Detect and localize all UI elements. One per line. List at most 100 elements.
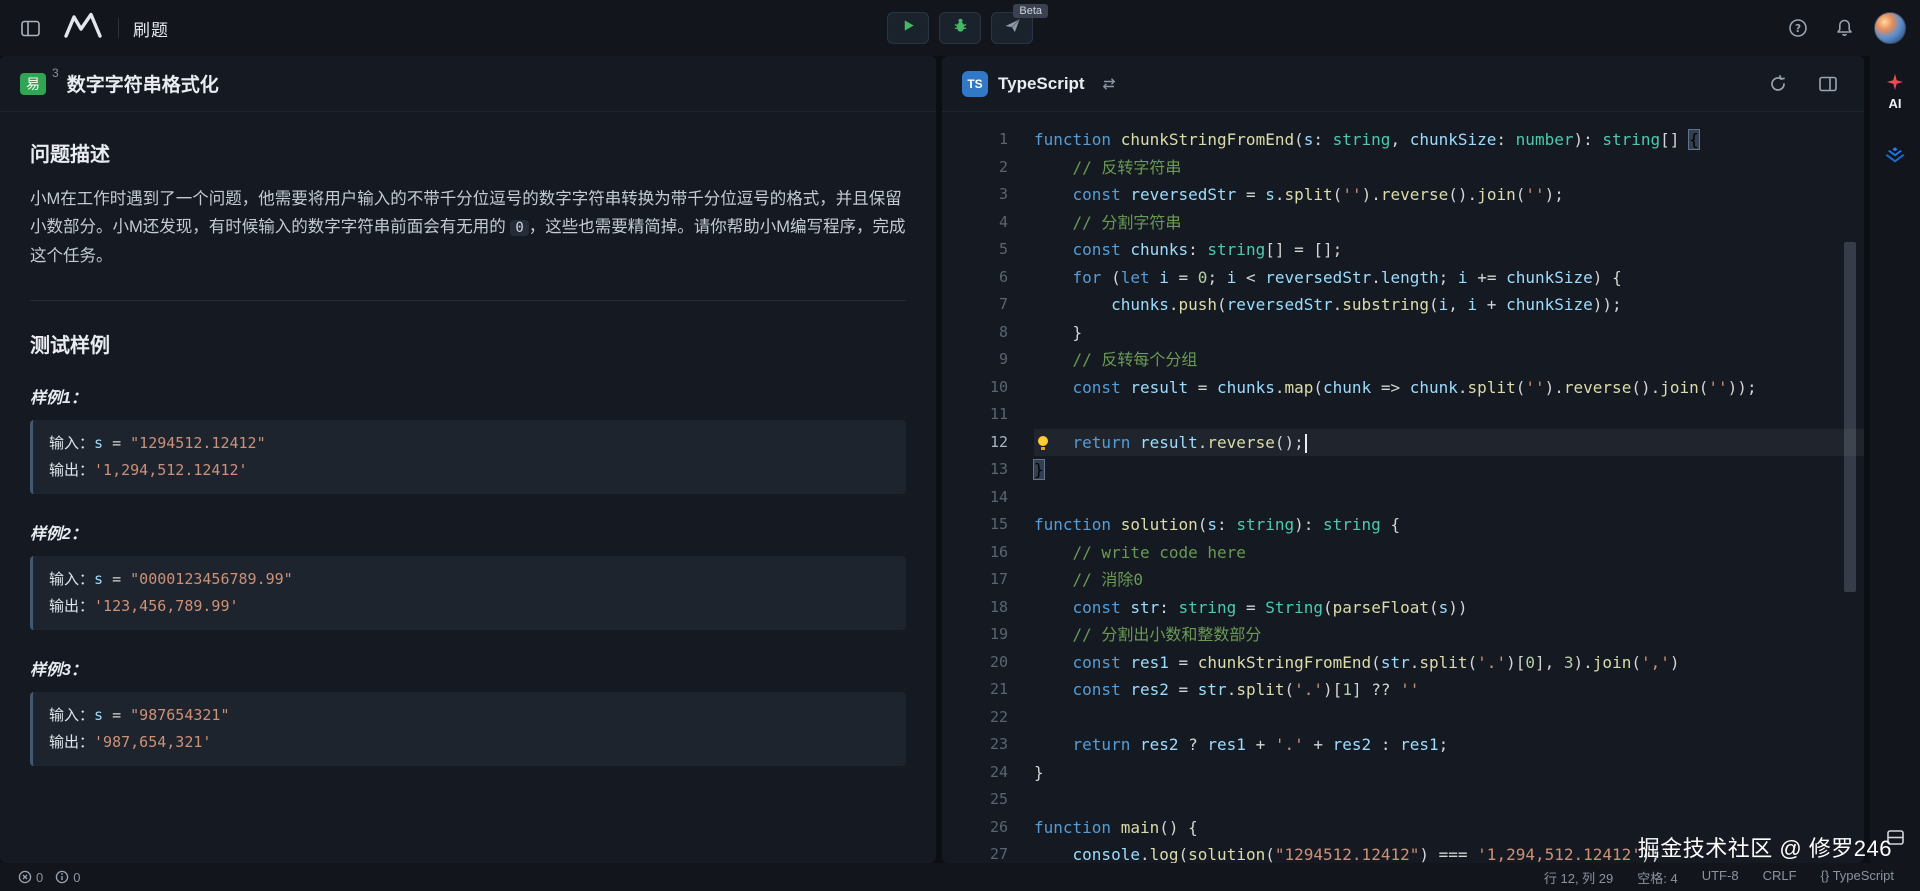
code-line[interactable]: } [1034, 319, 1864, 347]
code-line[interactable]: // 分割出小数和整数部分 [1034, 621, 1864, 649]
code-token: . [1140, 845, 1150, 863]
line-number[interactable]: 13 [942, 456, 1008, 484]
code-line[interactable]: chunks.push(reversedStr.substring(i, i +… [1034, 291, 1864, 319]
code-token: ( [1429, 598, 1439, 617]
problems-counters[interactable]: 0 0 [18, 870, 80, 885]
error-counter[interactable]: 0 [18, 870, 43, 885]
line-number[interactable]: 9 [942, 346, 1008, 374]
code-line[interactable]: function chunkStringFromEnd(s: string, c… [1034, 126, 1864, 154]
code-line[interactable]: function solution(s: string): string { [1034, 511, 1864, 539]
line-number[interactable]: 5 [942, 236, 1008, 264]
line-number[interactable]: 12 [942, 429, 1008, 457]
line-number[interactable]: 1 [942, 126, 1008, 154]
line-number[interactable]: 25 [942, 786, 1008, 814]
line-number[interactable]: 24 [942, 759, 1008, 787]
line-number[interactable]: 6 [942, 264, 1008, 292]
run-button[interactable] [887, 12, 929, 44]
quick-fix-lightbulb-icon[interactable] [1036, 436, 1050, 450]
statusbar-item[interactable]: CRLF [1763, 868, 1797, 887]
line-number[interactable]: 3 [942, 181, 1008, 209]
code-line[interactable]: // 反转字符串 [1034, 154, 1864, 182]
code-line[interactable]: return res2 ? res1 + '.' + res2 : res1; [1034, 731, 1864, 759]
line-number[interactable]: 10 [942, 374, 1008, 402]
help-icon[interactable]: ? [1782, 12, 1814, 44]
reset-code-icon[interactable] [1762, 68, 1794, 100]
problem-content[interactable]: 问题描述 小M在工作时遇到了一个问题，他需要将用户输入的不带千分位逗号的数字字符… [0, 112, 936, 863]
code-line[interactable] [1034, 786, 1864, 814]
example-input-row: 输入：s = "0000123456789.99" [49, 566, 890, 593]
line-number[interactable]: 4 [942, 209, 1008, 237]
line-number[interactable]: 17 [942, 566, 1008, 594]
code-line[interactable]: // write code here [1034, 539, 1864, 567]
brand-area[interactable]: 刷题 [62, 12, 169, 45]
code-line[interactable]: } [1034, 456, 1864, 484]
code-token: join [1660, 378, 1699, 397]
line-number[interactable]: 14 [942, 484, 1008, 512]
line-number[interactable]: 11 [942, 401, 1008, 429]
code-line[interactable]: const chunks: string[] = []; [1034, 236, 1864, 264]
code-line[interactable] [1034, 484, 1864, 512]
line-number[interactable]: 19 [942, 621, 1008, 649]
statusbar-item[interactable]: 空格: 4 [1637, 868, 1677, 887]
code-line[interactable]: // 分割字符串 [1034, 209, 1864, 237]
run-tests-button[interactable] [939, 12, 981, 44]
play-icon [901, 18, 916, 38]
code-line[interactable]: } [1034, 759, 1864, 787]
line-number[interactable]: 7 [942, 291, 1008, 319]
code-token [1034, 653, 1073, 672]
console-toggle-icon[interactable] [1879, 821, 1911, 853]
code-line[interactable]: // 反转每个分组 [1034, 346, 1864, 374]
code-line[interactable]: const res2 = str.split('.')[1] ?? '' [1034, 676, 1864, 704]
editor-vertical-scrollbar[interactable] [1844, 242, 1856, 592]
code-line[interactable] [1034, 401, 1864, 429]
line-number[interactable]: 20 [942, 649, 1008, 677]
info-counter[interactable]: 0 [55, 870, 80, 885]
notifications-bell-icon[interactable] [1828, 12, 1860, 44]
code-line[interactable]: const str: string = String(parseFloat(s)… [1034, 594, 1864, 622]
language-switch-icon[interactable] [1097, 72, 1121, 96]
line-number[interactable]: 16 [942, 539, 1008, 567]
line-number[interactable]: 2 [942, 154, 1008, 182]
statusbar-item[interactable]: 行 12, 列 29 [1544, 868, 1613, 887]
ai-assistant-button[interactable]: AI [1887, 74, 1903, 111]
line-number[interactable]: 15 [942, 511, 1008, 539]
code-token: str [1130, 598, 1159, 617]
code-line[interactable]: function main() { [1034, 814, 1864, 842]
code-line[interactable]: // 消除0 [1034, 566, 1864, 594]
code-token: = [1169, 653, 1198, 672]
code-line[interactable]: for (let i = 0; i < reversedStr.length; … [1034, 264, 1864, 292]
user-avatar[interactable] [1874, 12, 1906, 44]
split-layout-icon[interactable] [1812, 68, 1844, 100]
code-line[interactable]: const res1 = chunkStringFromEnd(str.spli… [1034, 649, 1864, 677]
line-number[interactable]: 26 [942, 814, 1008, 842]
info-count: 0 [73, 870, 80, 885]
code-line[interactable]: const reversedStr = s.split('').reverse(… [1034, 181, 1864, 209]
juejin-logo-icon[interactable] [1879, 139, 1911, 171]
nav-item-practice[interactable]: 刷题 [133, 16, 169, 41]
layout-toggle-icon[interactable] [14, 12, 46, 44]
line-number[interactable]: 27 [942, 841, 1008, 863]
code-token: [] [1265, 240, 1284, 259]
code-line[interactable]: const result = chunks.map(chunk => chunk… [1034, 374, 1864, 402]
code-token: === [1439, 845, 1468, 863]
code-token: ). [1545, 378, 1564, 397]
code-token: parseFloat [1333, 598, 1429, 617]
code-line[interactable]: return result.reverse(); [1034, 429, 1864, 457]
code-token: . [1227, 680, 1237, 699]
example-label: 样例3： [30, 656, 906, 680]
statusbar-item[interactable]: {} TypeScript [1821, 868, 1894, 887]
code-line[interactable] [1034, 704, 1864, 732]
line-number[interactable]: 18 [942, 594, 1008, 622]
submit-button[interactable]: Beta [991, 12, 1033, 44]
code-token: )); [1593, 295, 1622, 314]
statusbar-item[interactable]: UTF-8 [1702, 868, 1739, 887]
code-token: ( [1198, 515, 1208, 534]
code-line[interactable]: console.log(solution("1294512.12412") ==… [1034, 841, 1864, 863]
line-number[interactable]: 22 [942, 704, 1008, 732]
code-token: console [1073, 845, 1140, 863]
line-number[interactable]: 8 [942, 319, 1008, 347]
code-editor[interactable]: 1234567891011121314151617181920212223242… [942, 112, 1864, 863]
line-number[interactable]: 23 [942, 731, 1008, 759]
code-token: . [1333, 295, 1343, 314]
line-number[interactable]: 21 [942, 676, 1008, 704]
